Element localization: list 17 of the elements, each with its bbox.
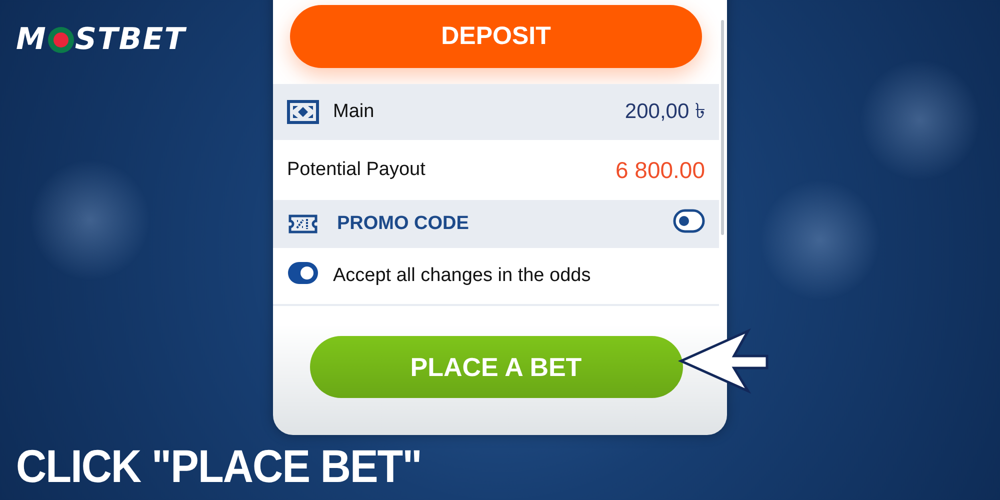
account-label: Main — [333, 101, 374, 123]
place-bet-button[interactable]: PLACE A BET — [310, 336, 682, 398]
toggle-switch[interactable] — [287, 261, 319, 285]
deposit-button[interactable]: DEPOSIT — [290, 5, 702, 68]
balance-amount: 200,00 ৳ — [624, 98, 705, 124]
pointer-arrow-icon — [678, 328, 770, 394]
promo-code-label: PROMO CODE — [337, 213, 469, 235]
accept-odds-label: Accept all changes in the odds — [333, 265, 591, 287]
banknote-icon — [287, 100, 319, 124]
headline: CLICK "PLACE BET" — [16, 439, 422, 493]
toggle-switch[interactable] — [673, 209, 705, 233]
flag-circle-icon — [48, 26, 74, 52]
ticket-icon — [287, 212, 319, 236]
payout-label: Potential Payout — [287, 159, 426, 181]
payout-amount: 6 800.00 — [615, 156, 705, 184]
logo-text: M — [16, 22, 47, 57]
logo-text: STBET — [74, 22, 186, 57]
